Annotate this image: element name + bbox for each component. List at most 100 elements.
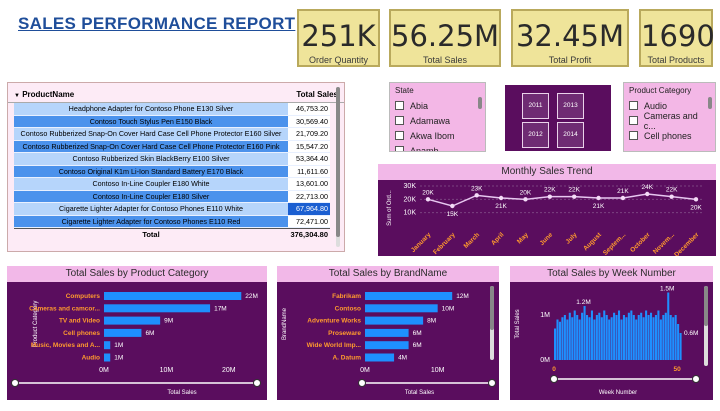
data-point[interactable] [425, 197, 431, 202]
bar[interactable] [615, 315, 618, 360]
bar[interactable] [365, 292, 453, 300]
slicer-option[interactable]: Akwa Ibom [395, 128, 480, 143]
bar[interactable] [583, 306, 586, 360]
bar[interactable] [645, 310, 648, 361]
table-scroll-thumb[interactable] [336, 87, 340, 237]
bar[interactable] [608, 319, 611, 361]
year-button[interactable]: 2013 [557, 93, 584, 119]
checkbox[interactable] [629, 101, 638, 110]
bar[interactable] [104, 316, 161, 325]
bar[interactable] [652, 317, 655, 360]
bar[interactable] [590, 310, 593, 361]
bar[interactable] [365, 353, 395, 362]
bar[interactable] [598, 312, 601, 360]
slicer-option[interactable]: Abia [395, 98, 480, 113]
bar[interactable] [365, 341, 409, 350]
range-slider-handle[interactable] [488, 379, 496, 387]
table-row[interactable]: Contoso Touch Stylus Pen E150 Black 30,56… [14, 115, 330, 128]
bar[interactable] [640, 312, 643, 360]
bar[interactable] [620, 319, 623, 361]
checkbox[interactable] [629, 116, 638, 125]
bar[interactable] [586, 315, 589, 360]
bar[interactable] [573, 310, 576, 361]
bar[interactable] [595, 315, 598, 360]
bar[interactable] [571, 317, 574, 360]
bar[interactable] [632, 315, 635, 360]
bar[interactable] [600, 317, 603, 360]
data-point[interactable] [693, 197, 699, 202]
bar[interactable] [563, 315, 566, 360]
range-slider-handle[interactable] [11, 379, 19, 387]
bar[interactable] [581, 312, 584, 360]
bar[interactable] [647, 315, 650, 360]
table-row[interactable]: Contoso In-Line Coupler E180 White 13,601… [14, 178, 330, 191]
range-slider-handle[interactable] [358, 379, 366, 387]
bar[interactable] [667, 292, 670, 361]
bar[interactable] [635, 319, 638, 361]
data-point[interactable] [645, 191, 650, 197]
bar[interactable] [554, 328, 557, 361]
bar[interactable] [672, 317, 675, 360]
bar[interactable] [556, 319, 559, 361]
slicer-option[interactable]: Anamb [395, 143, 480, 151]
table-row[interactable]: Contoso In-Line Coupler E180 Silver 22,71… [14, 190, 330, 203]
bar[interactable] [605, 315, 608, 360]
data-point[interactable] [498, 195, 504, 201]
checkbox[interactable] [629, 131, 638, 140]
column-header-total-sales[interactable]: Total Sales [288, 90, 338, 102]
year-button[interactable]: 2014 [557, 122, 584, 148]
bar[interactable] [630, 310, 633, 361]
category-scroll-thumb[interactable] [708, 97, 712, 109]
data-point[interactable] [620, 195, 626, 201]
table-row[interactable]: Contoso Rubberized Snap-On Cover Hard Ca… [14, 140, 330, 153]
data-point[interactable] [547, 194, 553, 199]
range-slider-handle[interactable] [692, 375, 700, 383]
data-point[interactable] [596, 195, 601, 201]
table-row[interactable]: Contoso Rubberized Skin BlackBerry E100 … [14, 153, 330, 166]
year-button[interactable]: 2011 [522, 93, 549, 119]
bar[interactable] [603, 310, 606, 361]
bar[interactable] [610, 317, 613, 360]
checkbox[interactable] [395, 131, 404, 140]
chart-scroll-thumb[interactable] [704, 286, 708, 326]
bar[interactable] [566, 319, 569, 361]
bar[interactable] [576, 315, 579, 360]
bar[interactable] [365, 328, 409, 337]
data-point[interactable] [669, 194, 674, 199]
bar[interactable] [558, 321, 561, 360]
bar[interactable] [662, 315, 665, 360]
range-slider-handle[interactable] [253, 379, 261, 387]
state-scroll-thumb[interactable] [478, 97, 482, 109]
bar[interactable] [104, 328, 142, 337]
year-button[interactable]: 2012 [522, 122, 549, 148]
table-row[interactable]: Headphone Adapter for Contoso Phone E130… [14, 103, 330, 116]
table-row[interactable]: Cigarette Lighter Adapter for Contoso Ph… [14, 203, 330, 216]
chart-scroll-thumb[interactable] [490, 286, 494, 330]
data-point[interactable] [474, 193, 479, 198]
bar[interactable] [104, 341, 111, 350]
bar[interactable] [679, 333, 682, 360]
bar[interactable] [650, 312, 653, 360]
bar[interactable] [588, 317, 591, 360]
table-row[interactable]: Cigarette Lighter Adapter for Contoso Ph… [14, 215, 330, 228]
bar[interactable] [104, 353, 111, 362]
range-slider-handle[interactable] [550, 375, 558, 383]
bar[interactable] [625, 317, 628, 360]
bar[interactable] [618, 310, 621, 361]
bar[interactable] [657, 310, 660, 361]
bar[interactable] [578, 319, 581, 361]
bar[interactable] [561, 317, 564, 360]
bar[interactable] [365, 304, 438, 313]
checkbox[interactable] [395, 116, 404, 125]
checkbox[interactable] [395, 146, 404, 151]
bar[interactable] [637, 315, 640, 360]
bar[interactable] [104, 304, 211, 313]
slicer-option[interactable]: Cameras and c... [629, 111, 710, 131]
bar[interactable] [593, 319, 596, 361]
bar[interactable] [622, 315, 625, 360]
bar[interactable] [642, 317, 645, 360]
column-header-productname[interactable]: ▼ ProductName [14, 90, 288, 102]
bar[interactable] [627, 312, 630, 360]
bar[interactable] [104, 292, 242, 300]
bar[interactable] [659, 319, 662, 361]
